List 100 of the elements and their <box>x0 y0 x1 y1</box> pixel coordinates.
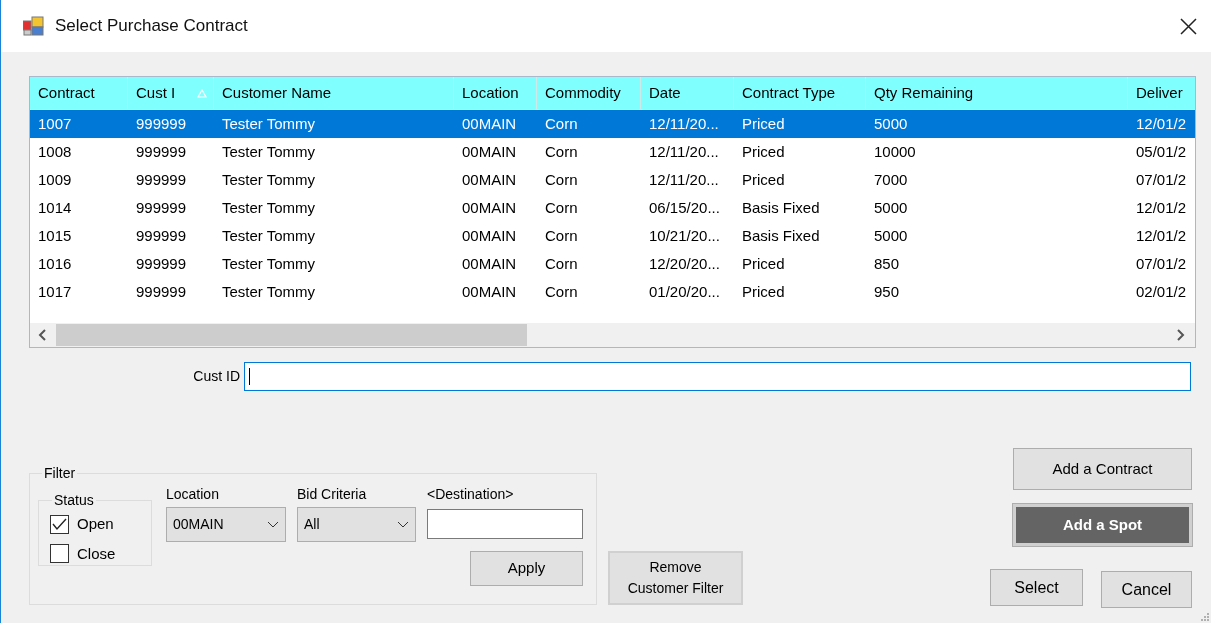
table-cell-text: 1015 <box>38 225 72 246</box>
table-cell-text: Basis Fixed <box>742 197 820 218</box>
table-cell-text: 00MAIN <box>462 113 517 134</box>
destination-field[interactable] <box>427 509 583 539</box>
table-cell-text: 5000 <box>874 197 908 218</box>
table-cell-text: 07/01/2 <box>1136 169 1187 190</box>
column-header[interactable]: Contract <box>30 77 128 110</box>
add-contract-button[interactable]: Add a Contract <box>1013 448 1192 490</box>
table-cell-text: 999999 <box>136 253 187 274</box>
column-header[interactable]: Customer Name <box>214 77 454 110</box>
table-cell-text: Tester Tommy <box>222 141 316 162</box>
chevron-down-icon <box>267 521 279 528</box>
table-cell-text: Priced <box>742 169 785 190</box>
table-cell-text: Corn <box>545 253 578 274</box>
table-cell-text: Priced <box>742 253 785 274</box>
table-cell-text: Corn <box>545 169 578 190</box>
table-cell-text: 850 <box>874 253 900 274</box>
app-icon <box>23 16 44 36</box>
table-cell-text: 5000 <box>874 225 908 246</box>
apply-button[interactable]: Apply <box>470 551 583 586</box>
column-header[interactable]: Qty Remaining <box>866 77 1128 110</box>
scroll-left-icon[interactable] <box>38 329 47 341</box>
table-cell-text: 1016 <box>38 253 72 274</box>
column-header[interactable]: Commodity <box>537 77 641 110</box>
column-header[interactable]: Date <box>641 77 734 110</box>
table-cell-text: 1007 <box>38 113 72 134</box>
column-header[interactable]: Deliver <box>1128 77 1195 110</box>
table-cell-text: 999999 <box>136 141 187 162</box>
table-cell-text: 00MAIN <box>462 253 517 274</box>
table-cell-text: 1008 <box>38 141 72 162</box>
cancel-button[interactable]: Cancel <box>1101 571 1192 608</box>
checkbox-label: Close <box>77 543 116 564</box>
table-cell-text: 999999 <box>136 169 187 190</box>
table-cell-text: 00MAIN <box>462 281 517 302</box>
column-header[interactable]: Contract Type <box>734 77 866 110</box>
cust-id-field[interactable] <box>244 362 1191 391</box>
location-dropdown[interactable]: 00MAIN <box>166 507 286 542</box>
table-cell-text: 12/11/20... <box>649 169 719 190</box>
checkbox[interactable] <box>50 514 69 534</box>
table-cell-text: 05/01/2 <box>1136 141 1187 162</box>
table-cell-text: Tester Tommy <box>222 281 316 302</box>
table-cell-text: 999999 <box>136 197 187 218</box>
table-cell-text: Tester Tommy <box>222 113 316 134</box>
column-header[interactable]: Location <box>454 77 537 110</box>
bid-criteria-dropdown[interactable]: All <box>297 507 416 542</box>
table-cell-text: 950 <box>874 281 900 302</box>
table-cell-text: 12/11/20... <box>649 113 719 134</box>
field-label: <Destination> <box>427 485 514 504</box>
table-cell-text: Tester Tommy <box>222 197 316 218</box>
select-button[interactable]: Select <box>990 569 1083 606</box>
table-cell-text: 999999 <box>136 113 187 134</box>
chevron-down-icon <box>397 521 409 528</box>
table-cell-text: 1009 <box>38 169 72 190</box>
scrollbar-thumb[interactable] <box>56 324 527 346</box>
field-label: Cust ID <box>192 367 241 386</box>
table-cell-text: 5000 <box>874 113 908 134</box>
close-icon[interactable] <box>1180 17 1197 35</box>
group-title: Filter <box>43 464 77 483</box>
table-cell-text: Priced <box>742 113 785 134</box>
add-spot-button[interactable]: Add a Spot <box>1013 504 1192 546</box>
table-cell-text: Corn <box>545 141 578 162</box>
scroll-right-icon[interactable] <box>1176 329 1185 341</box>
table-cell-text: Basis Fixed <box>742 225 820 246</box>
table-cell-text: Corn <box>545 113 578 134</box>
table-cell-text: 02/01/2 <box>1136 281 1187 302</box>
table-row[interactable]: 1007 999999 Tester Tommy 00MAIN Corn 12/11/20... Priced 5000 12/01/2 <box>30 110 1195 138</box>
table-cell-text: Tester Tommy <box>222 225 316 246</box>
resize-grip-icon[interactable] <box>1200 612 1209 621</box>
table-cell-text: 00MAIN <box>462 225 517 246</box>
horizontal-scrollbar[interactable] <box>30 323 1195 347</box>
checkbox[interactable] <box>50 544 69 564</box>
table-cell-text: 10/21/20... <box>649 225 720 246</box>
table-cell-text: 1017 <box>38 281 72 302</box>
table-cell-text: Tester Tommy <box>222 169 316 190</box>
checkbox-label: Open <box>77 514 114 534</box>
table-cell-text: 06/15/20... <box>649 197 720 218</box>
table-cell-text: Priced <box>742 281 785 302</box>
field-label: Location <box>166 485 220 504</box>
table-cell-text: 999999 <box>136 281 187 302</box>
table-cell-text: 00MAIN <box>462 141 517 162</box>
table-cell-text: 12/01/2 <box>1136 113 1187 134</box>
table-cell-text: 10000 <box>874 141 916 162</box>
table-cell-text: 999999 <box>136 225 187 246</box>
group-title: Status <box>53 491 95 510</box>
column-header[interactable]: Cust I <box>128 77 214 110</box>
table-cell-text: Corn <box>545 281 578 302</box>
table-cell-text: Tester Tommy <box>222 253 316 274</box>
table-cell-text: Corn <box>545 197 578 218</box>
table-cell-text: Priced <box>742 141 785 162</box>
field-label: Bid Criteria <box>297 485 368 504</box>
table-cell-text: 00MAIN <box>462 169 517 190</box>
table-cell-text: 12/11/20... <box>649 141 719 162</box>
table-cell-text: 00MAIN <box>462 197 517 218</box>
table-cell-text: 07/01/2 <box>1136 253 1187 274</box>
window-title: Select Purchase Contract <box>55 15 248 38</box>
remove-customer-filter-button[interactable]: Remove Customer Filter <box>608 551 743 605</box>
table-cell-text: 01/20/20... <box>649 281 720 302</box>
table-cell-text: 7000 <box>874 169 908 190</box>
table-cell-text: 1014 <box>38 197 72 218</box>
table-cell-text: 12/01/2 <box>1136 197 1187 218</box>
